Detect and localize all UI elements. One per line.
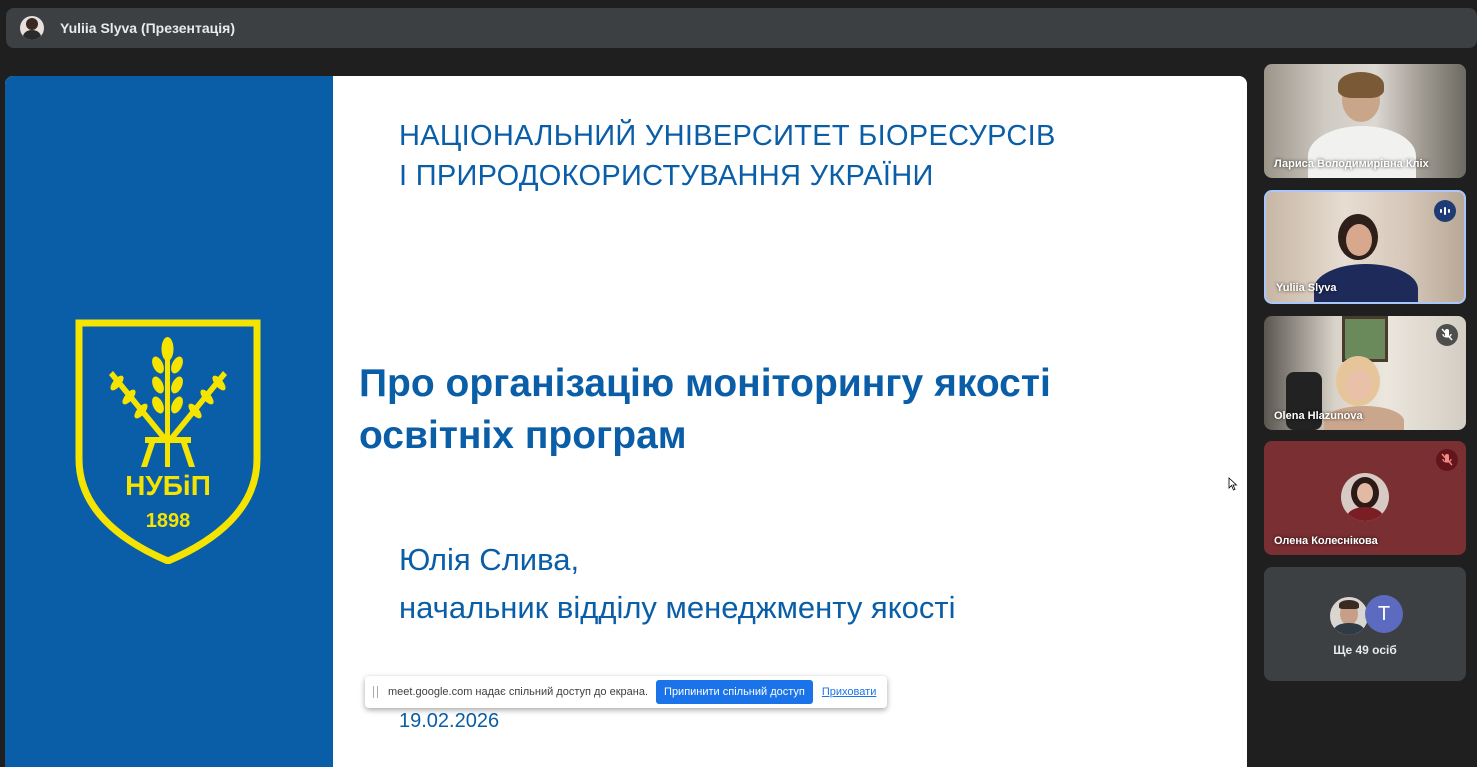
more-participants-tile[interactable]: T Ще 49 осіб [1264,567,1466,681]
presenter-bar[interactable]: Yuliia Slyva (Презентація) [6,8,1477,48]
slide-author: Юлія Слива, начальник відділу менеджмент… [399,536,1159,632]
university-line-2: І ПРИРОДОКОРИСТУВАННЯ УКРАЇНИ [399,160,934,192]
participant-name: Olena Hlazunova [1274,410,1363,422]
mouse-cursor-icon [1228,477,1238,491]
mic-off-icon [1436,449,1458,471]
stop-sharing-button[interactable]: Припинити спільний доступ [656,680,813,704]
more-participants-label: Ще 49 осіб [1333,643,1397,657]
participant-name: Лариса Володимирівна Кліх [1274,158,1429,170]
slide-date: 19.02.2026 [399,710,500,732]
presentation-slide: НУБіП 1898 НАЦІОНАЛЬНИЙ УНІВЕРСИТЕТ БІОР… [5,76,1247,767]
participant-name: Олена Колеснікова [1274,535,1378,547]
screen-share-banner: meet.google.com надає спільний доступ до… [365,676,887,708]
participant-tile[interactable]: Yuliia Slyva [1264,190,1466,304]
participant-name: Yuliia Slyva [1276,282,1337,294]
participant-tile[interactable]: Лариса Володимирівна Кліх [1264,64,1466,178]
participant-avatar [1328,595,1370,637]
university-name: НАЦІОНАЛЬНИЙ УНІВЕРСИТЕТ БІОРЕСУРСІВ І П… [399,116,1199,196]
mic-off-icon [1436,324,1458,346]
slide-title-line-2: освітніх програм [359,414,687,457]
logo-text: НУБіП [125,470,211,501]
drag-handle-icon[interactable] [373,686,378,698]
university-line-1: НАЦІОНАЛЬНИЙ УНІВЕРСИТЕТ БІОРЕСУРСІВ [399,120,1056,152]
hide-banner-link[interactable]: Приховати [822,686,876,698]
slide-title: Про організацію моніторингу якості освіт… [359,358,1219,462]
author-position: начальник відділу менеджменту якості [399,590,956,625]
presenter-avatar [20,16,44,40]
author-name: Юлія Слива, [399,542,580,577]
share-message: meet.google.com надає спільний доступ до… [388,686,649,698]
presenter-title: Yuliia Slyva (Презентація) [60,20,235,36]
participant-avatar [1341,473,1389,521]
university-logo: НУБіП 1898 [75,319,261,564]
speaking-indicator-icon [1434,200,1456,222]
participant-avatar-letter: T [1365,595,1403,633]
participant-tile[interactable]: Olena Hlazunova [1264,316,1466,430]
participant-tile[interactable]: Олена Колеснікова [1264,441,1466,555]
slide-title-line-1: Про організацію моніторингу якості [359,362,1051,405]
logo-year: 1898 [146,510,191,532]
